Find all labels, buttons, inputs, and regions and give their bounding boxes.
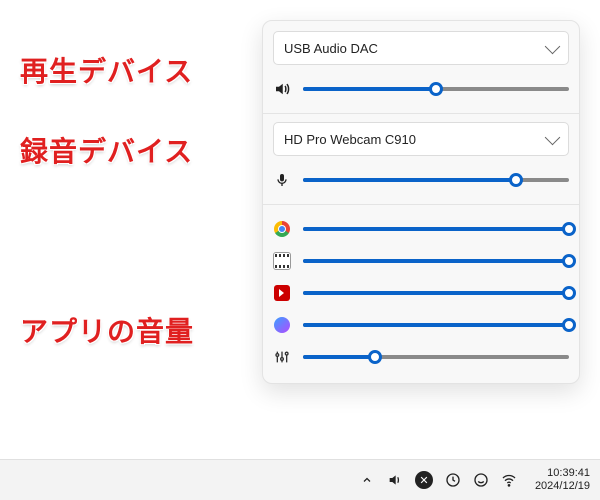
mixer-icon[interactable] — [273, 348, 291, 366]
app-volume-row — [273, 245, 569, 277]
label-app-volume: アプリの音量 — [20, 310, 194, 350]
chevron-down-icon — [545, 129, 561, 145]
divider — [263, 113, 579, 114]
playback-device-name: USB Audio DAC — [284, 41, 378, 56]
label-playback-device: 再生デバイス — [20, 50, 193, 90]
recording-device-dropdown[interactable]: HD Pro Webcam C910 — [273, 122, 569, 156]
tray-speaker-icon[interactable] — [387, 472, 403, 488]
chevron-down-icon — [545, 38, 561, 54]
recording-section: HD Pro Webcam C910 — [263, 118, 579, 200]
recording-volume-slider[interactable] — [303, 171, 569, 189]
tray-clock-icon[interactable] — [445, 472, 461, 488]
recording-volume-row — [273, 164, 569, 196]
tray-overflow-icon[interactable] — [359, 472, 375, 488]
yt-icon[interactable] — [273, 284, 291, 302]
label-recording-device: 録音デバイス — [20, 130, 193, 170]
playback-device-dropdown[interactable]: USB Audio DAC — [273, 31, 569, 65]
mpc-icon[interactable] — [273, 252, 291, 270]
mixer-row — [273, 341, 569, 373]
tray-network-icon[interactable] — [501, 472, 517, 488]
mixer-volume-slider[interactable] — [303, 348, 569, 366]
taskbar-time: 10:39:41 — [535, 467, 590, 480]
microphone-icon[interactable] — [273, 171, 291, 189]
playback-section: USB Audio DAC — [263, 27, 579, 109]
system-tray: ✕ — [359, 471, 517, 489]
volume-flyout-panel: USB Audio DAC HD Pro Webcam C9 — [262, 20, 580, 384]
taskbar-date: 2024/12/19 — [535, 480, 590, 493]
app-volume-row — [273, 277, 569, 309]
divider — [263, 204, 579, 205]
app-volume-row — [273, 309, 569, 341]
taskbar: ✕ 10:39:41 2024/12/19 — [0, 459, 600, 500]
playback-volume-slider[interactable] — [303, 80, 569, 98]
app-volume-slider[interactable] — [303, 220, 569, 238]
recording-device-name: HD Pro Webcam C910 — [284, 132, 416, 147]
tray-app-icon[interactable]: ✕ — [415, 471, 433, 489]
tray-ime-icon[interactable] — [473, 472, 489, 488]
taskbar-clock[interactable]: 10:39:41 2024/12/19 — [535, 467, 590, 493]
app-volume-slider[interactable] — [303, 284, 569, 302]
app-volume-slider[interactable] — [303, 252, 569, 270]
app-volume-row — [273, 213, 569, 245]
app-volume-section — [263, 209, 579, 377]
chrome-icon[interactable] — [273, 220, 291, 238]
speaker-icon[interactable] — [273, 80, 291, 98]
app-volume-slider[interactable] — [303, 316, 569, 334]
playback-volume-row — [273, 73, 569, 105]
wf-icon[interactable] — [273, 316, 291, 334]
